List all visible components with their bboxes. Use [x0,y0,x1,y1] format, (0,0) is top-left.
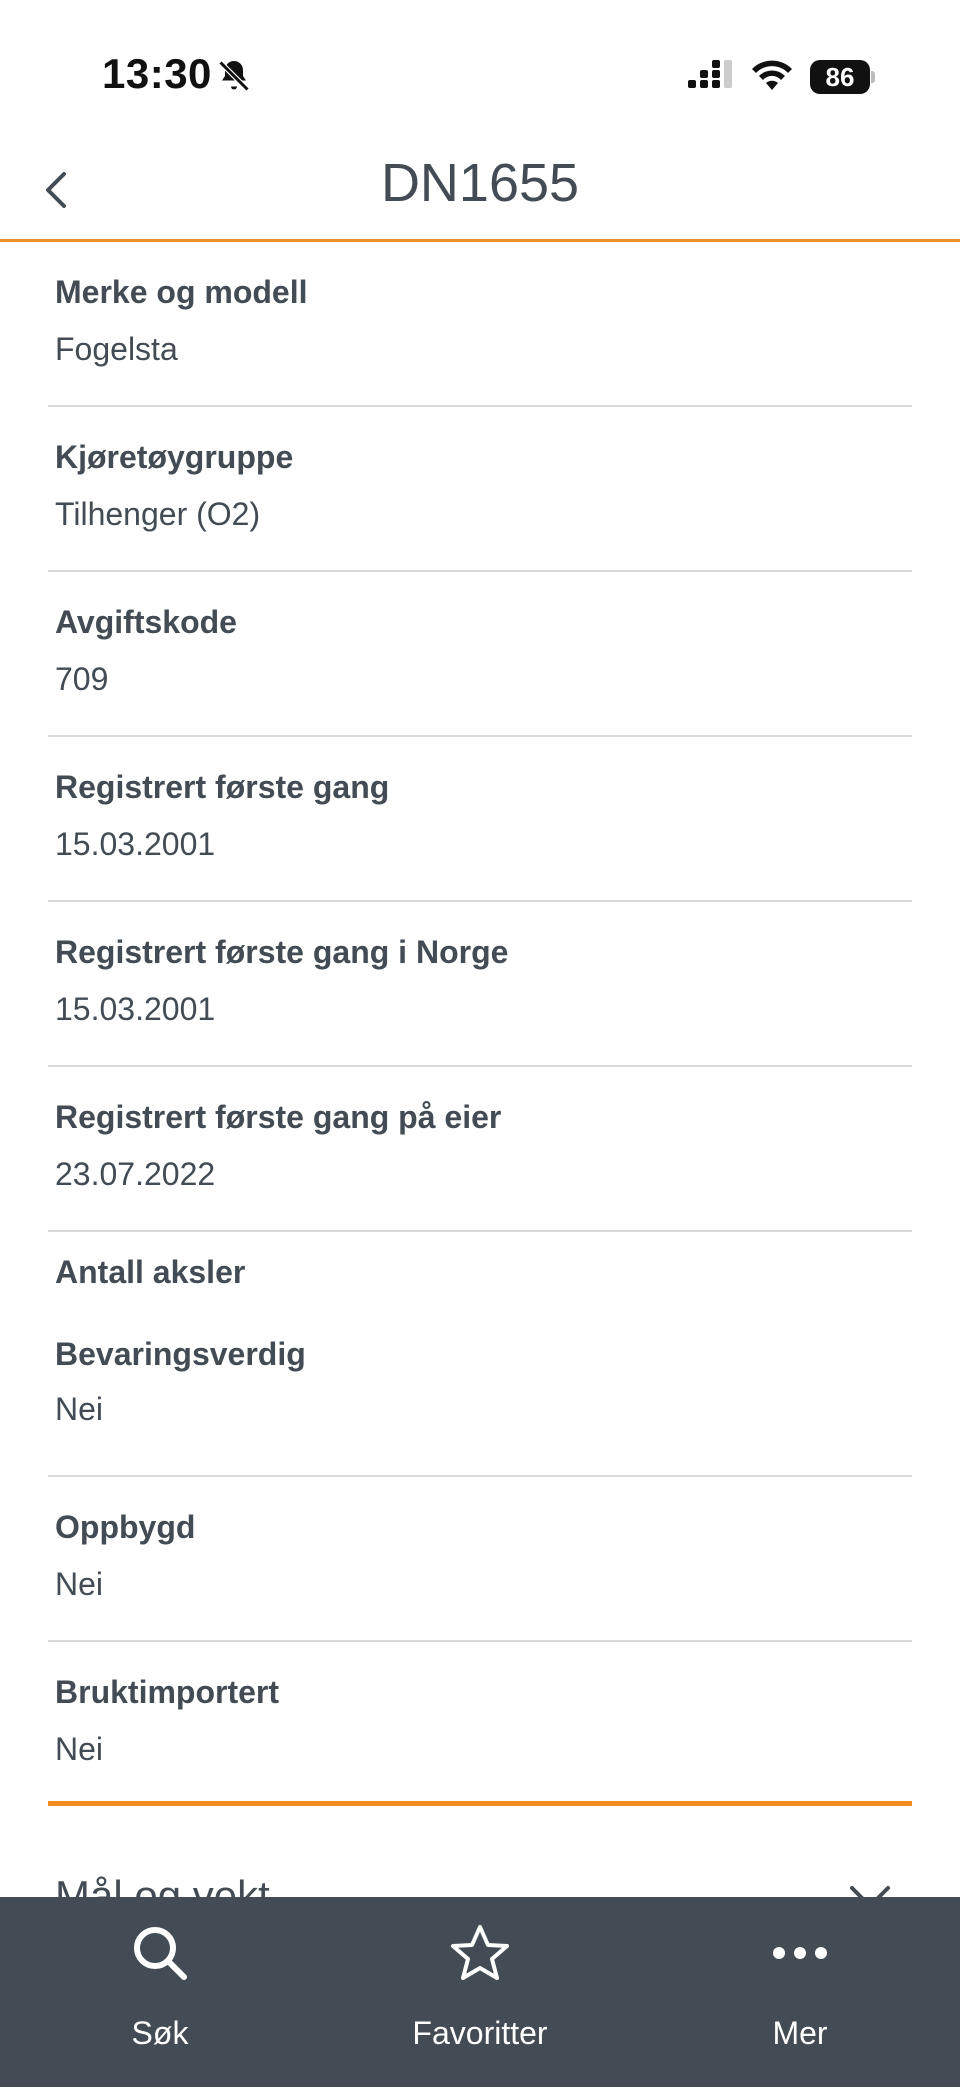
detail-label: Merke og modell [55,274,308,310]
detail-row-antall-aksler: Antall aksler [48,1232,912,1312]
detail-value: Nei [55,1731,104,1767]
tab-sok[interactable]: Søk [40,1897,280,2087]
detail-label: Oppbygd [55,1509,196,1545]
wifi-icon [752,60,792,90]
details-list: Merke og modell Fogelsta Kjøretøygruppe … [48,242,912,1806]
detail-value: Tilhenger (O2) [55,496,261,532]
signal-icon [688,60,732,88]
tab-label: Mer [772,2015,828,2051]
tab-favoritter[interactable]: Favoritter [360,1897,600,2087]
detail-row-registrert-forste-gang-norge: Registrert første gang i Norge 15.03.200… [48,902,912,1067]
detail-row-bruktimportert: Bruktimportert Nei [48,1642,912,1806]
detail-label: Registrert første gang [55,769,390,805]
status-time: 13:30 [102,50,212,97]
search-icon [134,1927,187,1980]
battery-icon: 86 [810,60,875,94]
tab-label: Søk [131,2015,189,2051]
detail-label: Bruktimportert [55,1674,280,1710]
detail-value: 23.07.2022 [55,1156,216,1192]
page-title: DN1655 [380,153,580,213]
tab-label: Favoritter [412,2015,548,2051]
bell-muted-icon [218,60,250,92]
detail-row-avgiftskode: Avgiftskode 709 [48,572,912,737]
detail-label: Avgiftskode [55,604,237,640]
battery-level: 86 [810,60,870,94]
detail-value: 15.03.2001 [55,991,216,1027]
detail-value: Nei [55,1566,104,1602]
header: DN1655 [0,140,960,242]
detail-label: Kjøretøygruppe [55,439,294,475]
star-icon [451,1925,509,1980]
detail-row-registrert-forste-gang: Registrert første gang 15.03.2001 [48,737,912,902]
detail-label: Antall aksler [55,1254,246,1290]
tab-mer[interactable]: Mer [680,1897,920,2087]
detail-row-oppbygd: Oppbygd Nei [48,1477,912,1642]
detail-row-bevaringsverdig: Bevaringsverdig Nei [48,1312,912,1477]
detail-row-registrert-forste-gang-eier: Registrert første gang på eier 23.07.202… [48,1067,912,1232]
detail-label: Bevaringsverdig [55,1336,306,1372]
detail-row-merke-og-modell: Merke og modell Fogelsta [48,242,912,407]
detail-value: 15.03.2001 [55,826,216,862]
detail-label: Registrert første gang i Norge [55,934,509,970]
detail-label: Registrert første gang på eier [55,1099,502,1135]
status-bar: 13:30 86 [0,0,960,140]
detail-value: Nei [55,1391,104,1427]
detail-value: Fogelsta [55,331,178,367]
detail-value: 709 [55,661,109,697]
detail-row-kjoretoygruppe: Kjøretøygruppe Tilhenger (O2) [48,407,912,572]
tab-bar: Søk Favoritter Mer [0,1897,960,2087]
more-icon [773,1947,827,1959]
